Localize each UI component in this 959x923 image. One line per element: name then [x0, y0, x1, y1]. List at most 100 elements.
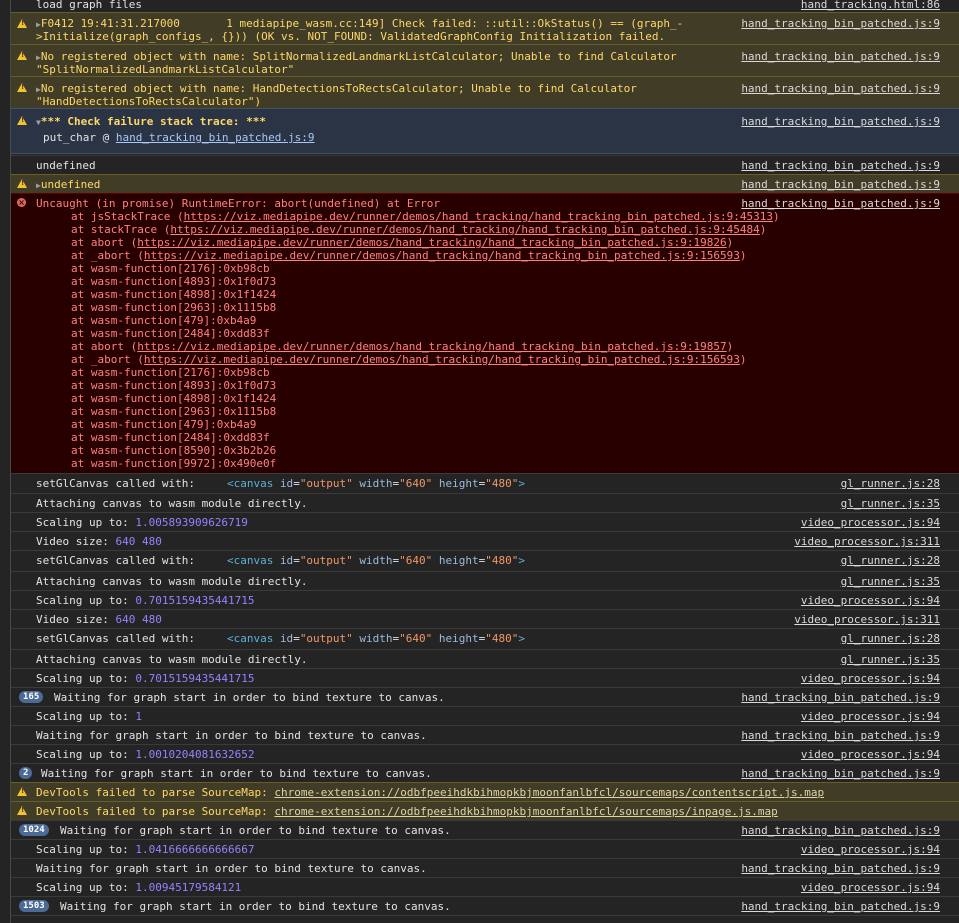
sourcemap-link[interactable]: chrome-extension://odbfpeeihdkbihmopkbjm… — [274, 805, 777, 818]
repeat-count-badge: 165 — [19, 691, 44, 703]
stack-frame: at wasm-function[479]:0xb4a9 — [71, 418, 256, 431]
stack-frame-text: ) — [759, 223, 767, 236]
message-text[interactable]: ▶undefined — [36, 178, 100, 192]
source-link[interactable]: hand_tracking.html:86 — [801, 0, 940, 11]
message-text: Waiting for graph start in order to bind… — [36, 862, 427, 875]
source-link[interactable]: hand_tracking_bin_patched.js:9 — [741, 178, 940, 191]
source-link[interactable]: hand_tracking_bin_patched.js:9 — [741, 115, 940, 128]
canvas-tag-part: > — [518, 632, 526, 645]
source-link[interactable]: hand_tracking_bin_patched.js:9 — [741, 900, 940, 913]
group-title[interactable]: ▼*** Check failure stack trace: *** — [36, 115, 266, 129]
canvas-tag-part: = — [293, 554, 300, 567]
stack-frame-text: at stackTrace ( — [71, 223, 171, 236]
warning-triangle-icon — [17, 51, 27, 60]
source-link[interactable]: gl_runner.js:35 — [841, 497, 940, 510]
stack-frame-link[interactable]: https://viz.mediapipe.dev/runner/demos/h… — [137, 340, 726, 353]
stack-frame: at wasm-function[4893]:0x1f0d73 — [71, 275, 276, 288]
console-message: Waiting for graph start in order to bind… — [11, 858, 959, 877]
source-link[interactable]: video_processor.js:94 — [801, 748, 940, 761]
put-char-frame: put_char @ hand_tracking_bin_patched.js:… — [43, 131, 315, 144]
message-text: Scaling up to: 1.005893909626719 — [36, 516, 248, 529]
canvas-tag-part — [432, 477, 439, 490]
warning-message: DevTools failed to parse SourceMap: chro… — [11, 782, 959, 801]
console-message: Scaling up to: 0.7015159435441715 video_… — [11, 668, 959, 687]
canvas-tag-part: height — [438, 477, 479, 490]
stack-frame-link[interactable]: https://viz.mediapipe.dev/runner/demos/h… — [184, 210, 773, 223]
stack-frame-text: at wasm-function[479]:0xb4a9 — [71, 314, 257, 327]
source-link[interactable]: gl_runner.js:28 — [841, 554, 940, 567]
canvas-element-preview[interactable]: <canvas id="output" width="640" height="… — [227, 632, 525, 645]
source-link[interactable]: gl_runner.js:28 — [841, 632, 940, 645]
canvas-tag-part: "output" — [299, 554, 353, 567]
console-message: Scaling up to: 1.00945179584121 video_pr… — [11, 877, 959, 896]
console-message: setGlCanvas called with: <canvas id="outp… — [11, 628, 959, 649]
canvas-element-preview[interactable]: <canvas id="output" width="640" height="… — [227, 477, 525, 490]
console-prompt[interactable] — [11, 915, 959, 923]
canvas-tag-part: = — [293, 477, 300, 490]
source-link[interactable]: hand_tracking_bin_patched.js:9 — [741, 197, 940, 210]
source-link[interactable]: gl_runner.js:35 — [841, 653, 940, 666]
message-text[interactable]: ▶No registered object with name: HandDet… — [36, 82, 637, 96]
sourcemap-link[interactable]: chrome-extension://odbfpeeihdkbihmopkbjm… — [274, 786, 824, 799]
warning-triangle-icon — [17, 787, 27, 796]
source-link[interactable]: hand_tracking_bin_patched.js:9 — [741, 862, 940, 875]
stack-frame-text: ) — [739, 353, 747, 366]
source-link[interactable]: hand_tracking_bin_patched.js:9 — [741, 82, 940, 95]
stack-frame: at wasm-function[2484]:0xdd83f — [71, 327, 270, 340]
put-char-link[interactable]: hand_tracking_bin_patched.js:9 — [116, 131, 315, 144]
repeat-count-badge: 1503 — [19, 900, 49, 912]
message-text: Scaling up to: 1.0416666666666667 — [36, 843, 255, 856]
stack-frame-link[interactable]: https://viz.mediapipe.dev/runner/demos/h… — [144, 353, 740, 366]
message-text[interactable]: ▶No registered object with name: SplitNo… — [36, 50, 677, 64]
stack-frame-text: ) — [726, 236, 734, 249]
stack-frame: at jsStackTrace (https://viz.mediapipe.d… — [71, 210, 780, 223]
stack-frame: at _abort (https://viz.mediapipe.dev/run… — [71, 353, 747, 366]
source-link[interactable]: video_processor.js:94 — [801, 881, 940, 894]
console-message: Scaling up to: 1.005893909626719 video_p… — [11, 512, 959, 531]
stack-frame-link[interactable]: https://viz.mediapipe.dev/runner/demos/h… — [137, 236, 726, 249]
message-text: DevTools failed to parse SourceMap: chro… — [36, 786, 825, 799]
source-link[interactable]: video_processor.js:94 — [801, 672, 940, 685]
stack-frame-text: at wasm-function[479]:0xb4a9 — [71, 418, 257, 431]
canvas-tag-part: "480" — [485, 477, 519, 490]
stack-frame-text: at wasm-function[2484]:0xdd83f — [71, 327, 270, 340]
stack-frame-link[interactable]: https://viz.mediapipe.dev/runner/demos/h… — [170, 223, 759, 236]
console-message: undefined hand_tracking_bin_patched.js:9 — [11, 155, 959, 174]
source-link[interactable]: video_processor.js:94 — [801, 594, 940, 607]
source-link[interactable]: hand_tracking_bin_patched.js:9 — [741, 159, 940, 172]
stack-frame-link[interactable]: https://viz.mediapipe.dev/runner/demos/h… — [144, 249, 740, 262]
message-text: undefined — [36, 159, 96, 172]
number-value: 640 480 — [115, 613, 162, 626]
source-link[interactable]: hand_tracking_bin_patched.js:9 — [741, 17, 940, 30]
console-message: Scaling up to: 1.0010204081632652 video_… — [11, 744, 959, 763]
source-link[interactable]: hand_tracking_bin_patched.js:9 — [741, 767, 940, 780]
stack-frame-text: at abort ( — [71, 236, 138, 249]
console-message: Scaling up to: 1 video_processor.js:94 — [11, 706, 959, 725]
canvas-element-preview[interactable]: <canvas id="output" width="640" height="… — [227, 554, 525, 567]
source-link[interactable]: video_processor.js:94 — [801, 516, 940, 529]
canvas-tag-part: id — [279, 477, 294, 490]
source-link[interactable]: hand_tracking_bin_patched.js:9 — [741, 50, 940, 63]
source-link[interactable]: video_processor.js:94 — [801, 843, 940, 856]
number-value: 0.7015159435441715 — [135, 594, 255, 607]
source-link[interactable]: video_processor.js:311 — [794, 535, 940, 548]
canvas-tag-part: <canvas — [226, 632, 280, 645]
message-text[interactable]: ▶F0412 19:41:31.217000 1 mediapipe_wasm.… — [36, 17, 683, 31]
source-link[interactable]: hand_tracking_bin_patched.js:9 — [741, 729, 940, 742]
stack-frame-text: at wasm-function[2484]:0xdd83f — [71, 431, 270, 444]
source-link[interactable]: video_processor.js:311 — [794, 613, 940, 626]
source-link[interactable]: gl_runner.js:35 — [841, 575, 940, 588]
number-value: 0.7015159435441715 — [135, 672, 255, 685]
source-link[interactable]: gl_runner.js:28 — [841, 477, 940, 490]
message-text: Waiting for graph start in order to bind… — [60, 824, 451, 837]
message-text: load graph files — [36, 0, 142, 11]
canvas-tag-part: > — [518, 477, 526, 490]
source-link[interactable]: hand_tracking_bin_patched.js:9 — [741, 691, 940, 704]
canvas-tag-part: "640" — [399, 632, 433, 645]
stack-frame: at wasm-function[4898]:0x1f1424 — [71, 392, 276, 405]
number-value: 1.00945179584121 — [135, 881, 242, 894]
stack-frame: at wasm-function[9972]:0x490e0f — [71, 457, 276, 470]
stack-frame-text: ) — [773, 210, 780, 223]
source-link[interactable]: hand_tracking_bin_patched.js:9 — [741, 824, 940, 837]
source-link[interactable]: video_processor.js:94 — [801, 710, 940, 723]
